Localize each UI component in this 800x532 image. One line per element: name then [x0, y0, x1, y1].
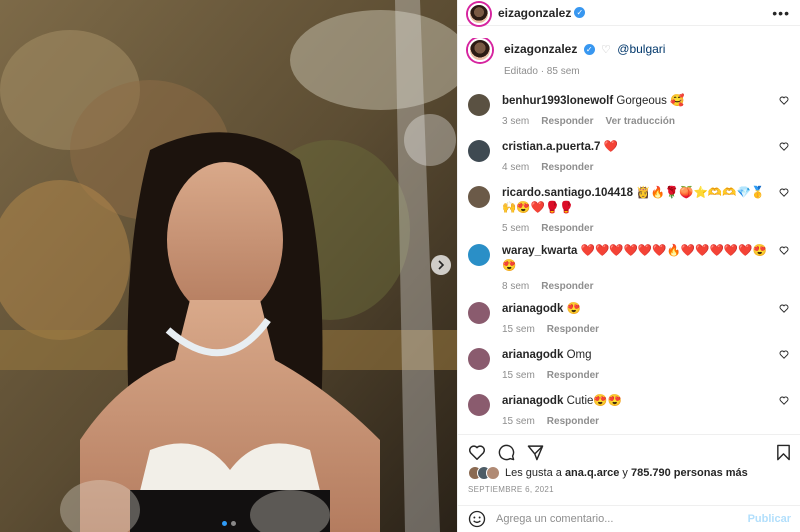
reply-button[interactable]: Responder [541, 223, 593, 234]
comment-item: cristian.a.puerta.7 ❤️ 4 sem Responder [468, 138, 791, 184]
post-photo[interactable] [0, 0, 457, 532]
comment-item: arianagodk Cutie😍😍 15 sem Responder [468, 392, 791, 426]
post-side-panel: eizagonzalez ✓ ••• eizagonzalez ✓ ♡ @bul… [457, 0, 800, 532]
liker-avatar [486, 466, 500, 480]
comment-item: benhur1993lonewolf Gorgeous 🥰 3 sem Respon… [468, 92, 791, 138]
commenter-username[interactable]: ricardo.santiago.104418 [502, 187, 633, 199]
comment-button[interactable] [498, 444, 515, 461]
post-caption: eizagonzalez ✓ ♡ @bulgari Editado · 85 s… [468, 38, 791, 82]
comment-time: 4 sem [502, 162, 530, 173]
comment-like-button[interactable] [779, 246, 789, 258]
comment-time: 5 sem [502, 223, 530, 234]
comment-like-button[interactable] [779, 304, 789, 316]
chevron-right-icon [438, 260, 445, 270]
caption-mention-link[interactable]: @bulgari [617, 42, 665, 56]
heart-icon [779, 96, 789, 105]
commenter-avatar[interactable] [468, 302, 490, 324]
save-button[interactable] [776, 444, 791, 461]
comment-item: arianagodk 😍 15 sem Responder [468, 300, 791, 346]
share-button[interactable] [527, 444, 544, 461]
heart-icon [779, 142, 789, 151]
commenter-avatar[interactable] [468, 94, 490, 116]
comment-text: Gorgeous 🥰 [616, 95, 685, 107]
caption-meta: Editado · 85 sem [504, 66, 580, 77]
carousel-dot-active [221, 521, 227, 526]
commenter-avatar[interactable] [468, 348, 490, 370]
commenter-avatar[interactable] [468, 394, 490, 416]
likes-summary: Les gusta a ana.q.arce y 785.790 persona… [468, 466, 748, 480]
reply-button[interactable]: Responder [547, 324, 599, 335]
comment-time: 15 sem [502, 370, 535, 381]
translate-button[interactable]: Ver traducción [605, 116, 674, 127]
comment-text: Omg [566, 349, 592, 361]
carousel-next-button[interactable] [431, 255, 451, 275]
comments-list[interactable]: eizagonzalez ✓ ♡ @bulgari Editado · 85 s… [458, 38, 800, 426]
heart-icon: ♡ [601, 44, 611, 56]
heart-icon [779, 350, 789, 359]
comment-item: arianagodk Omg 15 sem Responder [468, 346, 791, 392]
comment-like-button[interactable] [779, 188, 789, 200]
reply-button[interactable]: Responder [541, 116, 593, 127]
author-avatar[interactable] [468, 2, 490, 25]
comment-item: waray_kwarta ❤️❤️❤️❤️❤️❤️🔥❤️❤️❤️❤️❤️😍😍 8 … [468, 242, 791, 300]
likes-middle: y [619, 467, 631, 479]
comment-composer: Publicar [458, 505, 800, 532]
bookmark-icon [777, 444, 790, 461]
heart-icon [779, 246, 789, 255]
comment-text: Cutie😍😍 [566, 395, 623, 407]
author-username[interactable]: eizagonzalez [498, 6, 571, 20]
post-actions-bar [458, 434, 800, 464]
comment-text: ❤️ [603, 141, 618, 153]
commenter-username[interactable]: arianagodk [502, 395, 563, 407]
reply-button[interactable]: Responder [547, 370, 599, 381]
publish-button[interactable]: Publicar [748, 513, 791, 525]
commenter-username[interactable]: arianagodk [502, 349, 563, 361]
comment-time: 15 sem [502, 324, 535, 335]
comment-time: 15 sem [502, 416, 535, 426]
comment-like-button[interactable] [779, 396, 789, 408]
post-header: eizagonzalez ✓ ••• [458, 0, 800, 26]
comment-input[interactable] [496, 513, 748, 525]
comment-like-button[interactable] [779, 350, 789, 362]
commenter-username[interactable]: cristian.a.puerta.7 [502, 141, 600, 153]
commenter-avatar[interactable] [468, 244, 490, 266]
reply-button[interactable]: Responder [541, 162, 593, 173]
commenter-username[interactable]: waray_kwarta [502, 245, 577, 257]
caption-username[interactable]: eizagonzalez [504, 42, 577, 56]
likes-first-user[interactable]: ana.q.arce [565, 467, 619, 479]
carousel-indicator [0, 521, 457, 526]
post-image-art [0, 0, 457, 532]
carousel-dot [230, 521, 236, 526]
like-button[interactable] [468, 444, 486, 461]
comment-bubble-icon [498, 444, 515, 461]
caption-avatar[interactable] [468, 38, 492, 62]
comment-text: 😍 [566, 303, 581, 315]
reply-button[interactable]: Responder [547, 416, 599, 426]
smiley-icon [468, 510, 486, 528]
commenter-avatar[interactable] [468, 186, 490, 208]
comment-time: 8 sem [502, 281, 530, 292]
post-date: SEPTIEMBRE 6, 2021 [468, 485, 554, 494]
commenter-avatar[interactable] [468, 140, 490, 162]
heart-icon [779, 396, 789, 405]
comment-like-button[interactable] [779, 142, 789, 154]
reply-button[interactable]: Responder [541, 281, 593, 292]
likes-count[interactable]: 785.790 personas más [631, 467, 748, 479]
comment-time: 3 sem [502, 116, 530, 127]
heart-icon [779, 188, 789, 197]
more-options-icon[interactable]: ••• [772, 5, 790, 21]
verified-badge-icon: ✓ [574, 7, 586, 18]
emoji-button[interactable] [468, 510, 486, 528]
comment-item: ricardo.santiago.104418 👸🔥🌹🍑⭐️🫶🫶💎🥇🙌😍❤️🥊🥊… [468, 184, 791, 242]
comment-like-button[interactable] [779, 96, 789, 108]
heart-icon [779, 304, 789, 313]
commenter-username[interactable]: arianagodk [502, 303, 563, 315]
likes-prefix: Les gusta a [505, 467, 565, 479]
send-paper-plane-icon [527, 445, 544, 461]
commenter-username[interactable]: benhur1993lonewolf [502, 95, 613, 107]
heart-icon [468, 445, 486, 460]
verified-badge-icon: ✓ [583, 44, 595, 56]
